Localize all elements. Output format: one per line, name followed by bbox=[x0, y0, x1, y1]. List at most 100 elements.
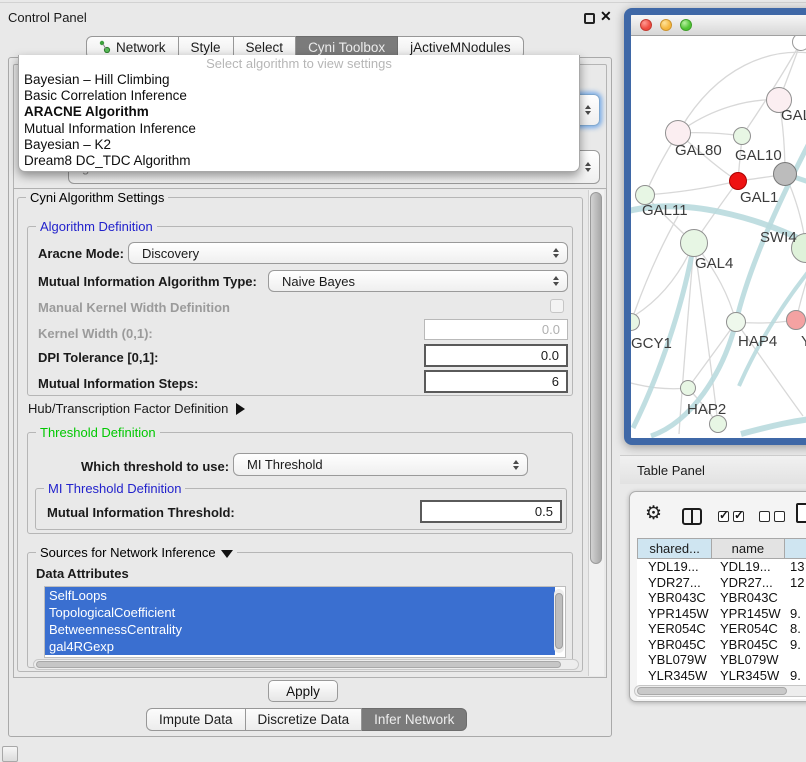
table-cell: YPR145W bbox=[637, 606, 712, 622]
mi-steps-field[interactable]: 6 bbox=[424, 370, 568, 393]
dropdown-item[interactable]: Basic Correlation Inference bbox=[19, 88, 579, 104]
table-cell: YER054C bbox=[712, 621, 785, 637]
table-panel-titlebar: Table Panel bbox=[620, 455, 806, 484]
list-scrollbar-track[interactable] bbox=[554, 589, 564, 653]
table-row[interactable]: YBL079WYBL079W bbox=[637, 652, 806, 668]
column-header-partial[interactable] bbox=[785, 539, 806, 558]
dpi-tolerance-field[interactable]: 0.0 bbox=[424, 344, 568, 367]
document-icon[interactable] bbox=[796, 503, 806, 523]
table-row[interactable]: YLR345WYLR345W9. bbox=[637, 668, 806, 684]
aracne-mode-label: Aracne Mode: bbox=[38, 246, 124, 261]
node-hap4[interactable] bbox=[726, 312, 746, 332]
node-label: Y bbox=[801, 333, 806, 350]
table-cell: YBR043C bbox=[637, 590, 712, 606]
table-cell: YBR045C bbox=[712, 637, 785, 653]
apply-button[interactable]: Apply bbox=[268, 680, 338, 702]
node-label: SWI4 bbox=[760, 229, 797, 246]
table-header-row: shared... name bbox=[637, 538, 806, 559]
kernel-width-field[interactable]: 0.0 bbox=[424, 319, 568, 340]
table-cell: YPR145W bbox=[712, 606, 785, 622]
table-cell: YDR27... bbox=[637, 575, 712, 591]
deselect-all-checks-icon[interactable] bbox=[759, 511, 785, 522]
select-all-checks-icon[interactable] bbox=[718, 511, 744, 522]
zoom-traffic-icon[interactable] bbox=[680, 19, 692, 31]
mi-algorithm-type-combo[interactable]: Naive Bayes bbox=[268, 270, 568, 292]
node-label: GCY1 bbox=[631, 335, 672, 352]
list-item[interactable]: gal4RGexp bbox=[45, 638, 555, 655]
table-cell: YLR345W bbox=[637, 668, 712, 684]
node-gal1[interactable] bbox=[729, 172, 747, 190]
dropdown-item[interactable]: Dream8 DC_TDC Algorithm bbox=[19, 153, 579, 169]
table-cell: YDL19... bbox=[637, 559, 712, 575]
column-header-shared-name[interactable]: shared... bbox=[638, 539, 712, 558]
list-item[interactable]: TopologicalCoefficient bbox=[45, 604, 555, 621]
which-threshold-label: Which threshold to use: bbox=[81, 459, 229, 474]
float-icon[interactable] bbox=[584, 13, 595, 24]
group-title: MI Threshold Definition bbox=[44, 481, 185, 496]
list-hscrollbar-thumb[interactable] bbox=[36, 661, 561, 668]
data-attributes-list[interactable]: SelfLoopsTopologicalCoefficientBetweenne… bbox=[44, 586, 566, 658]
gear-icon[interactable]: ⚙ bbox=[645, 504, 662, 523]
kernel-width-label: Kernel Width (0,1): bbox=[38, 326, 153, 341]
node-label: GAL bbox=[781, 107, 806, 124]
node-gal4[interactable] bbox=[680, 229, 708, 257]
node-y[interactable] bbox=[786, 310, 806, 330]
node-gal10[interactable] bbox=[733, 127, 751, 145]
node-label: GAL1 bbox=[740, 189, 778, 206]
close-icon[interactable]: ✕ bbox=[600, 8, 612, 25]
hub-definition-expander[interactable]: Hub/Transcription Factor Definition bbox=[28, 401, 245, 416]
table-cell: YER054C bbox=[637, 621, 712, 637]
tab-impute-data[interactable]: Impute Data bbox=[146, 708, 246, 731]
mi-type-label: Mutual Information Algorithm Type: bbox=[38, 274, 257, 289]
dropdown-item[interactable]: Bayesian – K2 bbox=[19, 137, 579, 153]
node[interactable] bbox=[773, 162, 797, 186]
node[interactable] bbox=[792, 36, 806, 51]
table-body: YDL19...YDL19...13YDR27...YDR27...12YBR0… bbox=[637, 559, 806, 699]
settings-scrollbar-thumb[interactable] bbox=[590, 192, 602, 564]
node[interactable] bbox=[709, 415, 727, 433]
tab-infer-network[interactable]: Infer Network bbox=[362, 708, 467, 731]
stepper-arrows-icon bbox=[585, 105, 591, 115]
table-row[interactable]: YDL19...YDL19...13 bbox=[637, 559, 806, 575]
network-canvas[interactable]: GALGAL80GAL10GAL1GAL11SWI4GAL4GCY1HAP4YH… bbox=[631, 36, 806, 438]
tab-discretize-data[interactable]: Discretize Data bbox=[246, 708, 363, 731]
minimize-traffic-icon[interactable] bbox=[660, 19, 672, 31]
table-row[interactable]: YBR045CYBR045C9. bbox=[637, 637, 806, 653]
dock-panel-icon[interactable] bbox=[2, 746, 18, 762]
network-view-window[interactable]: GALGAL80GAL10GAL1GAL11SWI4GAL4GCY1HAP4YH… bbox=[624, 8, 806, 445]
network-window-titlebar bbox=[631, 15, 806, 36]
manual-kernel-checkbox[interactable] bbox=[550, 299, 564, 313]
close-traffic-icon[interactable] bbox=[640, 19, 652, 31]
list-item[interactable]: SelfLoops bbox=[45, 587, 555, 604]
table-row[interactable]: YBR043CYBR043C bbox=[637, 590, 806, 606]
columns-icon[interactable] bbox=[682, 508, 702, 525]
app-root: Control Panel ✕ Network Style Select Cyn… bbox=[0, 0, 806, 762]
table-cell: YBL079W bbox=[637, 652, 712, 668]
stepper-arrows-icon bbox=[585, 162, 591, 172]
table-cell bbox=[785, 652, 806, 668]
table-row[interactable]: YPR145WYPR145W9. bbox=[637, 606, 806, 622]
node-label: GAL11 bbox=[642, 202, 688, 219]
group-title: Algorithm Definition bbox=[36, 219, 157, 234]
dropdown-item[interactable]: Bayesian – Hill Climbing bbox=[19, 72, 579, 88]
list-scrollbar-thumb[interactable] bbox=[555, 593, 563, 649]
table-panel-title: Table Panel bbox=[637, 463, 705, 478]
table-cell: 9. bbox=[785, 668, 806, 684]
list-hscrollbar-track[interactable] bbox=[33, 659, 579, 670]
dpi-tolerance-label: DPI Tolerance [0,1]: bbox=[38, 350, 158, 365]
column-header-name[interactable]: name bbox=[712, 539, 784, 558]
node-hap2[interactable] bbox=[680, 380, 696, 396]
table-hscrollbar-thumb[interactable] bbox=[637, 687, 787, 695]
table-row[interactable]: YDR27...YDR27...12 bbox=[637, 575, 806, 591]
table-hscrollbar-track[interactable] bbox=[634, 685, 806, 697]
table-row[interactable]: YER054CYER054C8. bbox=[637, 621, 806, 637]
list-item[interactable]: BetweennessCentrality bbox=[45, 621, 555, 638]
mi-threshold-field[interactable]: 0.5 bbox=[420, 500, 562, 523]
which-threshold-combo[interactable]: MI Threshold bbox=[233, 453, 528, 476]
dropdown-item-list: Bayesian – Hill ClimbingBasic Correlatio… bbox=[19, 72, 579, 169]
dropdown-item[interactable]: ARACNE Algorithm bbox=[19, 104, 579, 120]
table-cell: 9. bbox=[785, 637, 806, 653]
table-cell: YDR27... bbox=[712, 575, 785, 591]
dropdown-item[interactable]: Mutual Information Inference bbox=[19, 121, 579, 137]
aracne-mode-combo[interactable]: Discovery bbox=[128, 242, 568, 264]
